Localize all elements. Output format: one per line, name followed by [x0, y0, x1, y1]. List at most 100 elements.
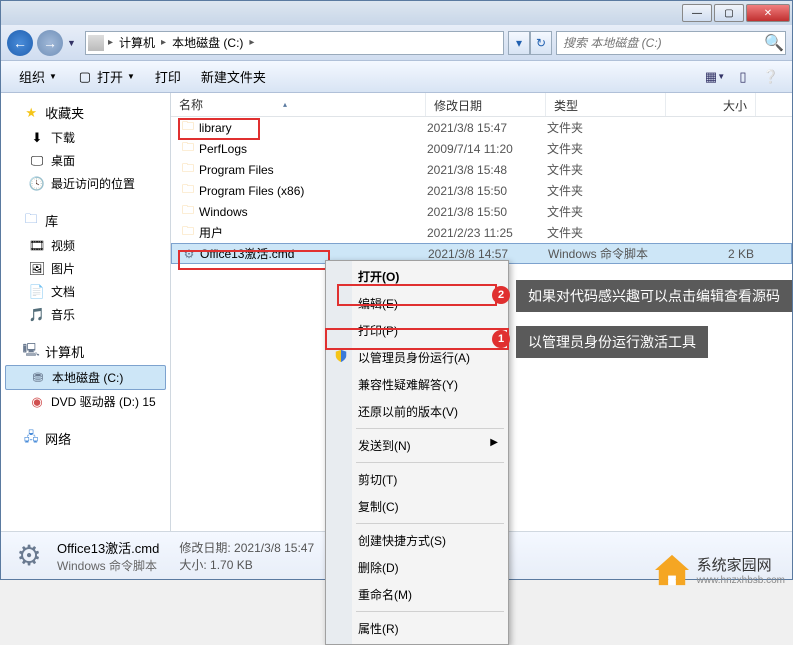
- dvd-icon: ◉: [29, 394, 45, 410]
- network-header[interactable]: ▷🖧网络: [1, 425, 170, 452]
- col-type[interactable]: 类型: [546, 93, 666, 116]
- breadcrumb-sep[interactable]: ▸: [159, 37, 168, 48]
- ctx-shortcut[interactable]: 创建快捷方式(S): [328, 527, 506, 554]
- network-icon: 🖧: [23, 431, 39, 447]
- col-date[interactable]: 修改日期: [426, 93, 546, 116]
- col-name[interactable]: 名称▴: [171, 93, 426, 116]
- addr-dropdown-button[interactable]: ▾: [508, 31, 530, 55]
- details-filename: Office13激活.cmd: [57, 538, 159, 557]
- file-type: 文件夹: [547, 119, 667, 136]
- file-date: 2021/3/8 15:50: [427, 184, 547, 198]
- pictures-icon: 🖼: [29, 261, 45, 277]
- file-date: 2009/7/14 11:20: [427, 142, 547, 156]
- file-name: Windows: [197, 205, 427, 219]
- file-type: Windows 命令脚本: [548, 245, 668, 262]
- print-button[interactable]: 打印: [145, 63, 191, 90]
- annotation-badge: 2: [492, 286, 510, 304]
- nav-recent[interactable]: 🕓最近访问的位置: [1, 172, 170, 195]
- address-bar[interactable]: ▸ 计算机 ▸ 本地磁盘 (C:) ▸: [85, 31, 504, 55]
- annotation-callout: 以管理员身份运行激活工具: [516, 326, 708, 358]
- ctx-cut[interactable]: 剪切(T): [328, 466, 506, 493]
- history-dropdown[interactable]: ▼: [67, 38, 81, 48]
- nav-pane: ▷★收藏夹 ⬇下载 🖵桌面 🕓最近访问的位置 ▷🗀库 🎞视频 🖼图片 📄文档 🎵…: [1, 93, 171, 531]
- file-size: 2 KB: [668, 247, 754, 261]
- file-row[interactable]: 🗀Program Files2021/3/8 15:48文件夹: [171, 159, 792, 180]
- forward-button[interactable]: →: [37, 30, 63, 56]
- nav-drive-c[interactable]: ⛃本地磁盘 (C:): [5, 365, 166, 390]
- ctx-print[interactable]: 打印(P): [328, 317, 506, 344]
- close-button[interactable]: ✕: [746, 4, 790, 22]
- breadcrumb-computer[interactable]: 计算机: [115, 34, 159, 51]
- col-size[interactable]: 大小: [666, 93, 756, 116]
- file-name: Program Files: [197, 163, 427, 177]
- file-date: 2021/2/23 11:25: [427, 226, 547, 240]
- nav-desktop[interactable]: 🖵桌面: [1, 149, 170, 172]
- favorites-header[interactable]: ▷★收藏夹: [1, 99, 170, 126]
- drive-icon: ⛃: [30, 370, 46, 386]
- refresh-button[interactable]: ↻: [530, 31, 552, 55]
- separator: [356, 611, 504, 612]
- maximize-button[interactable]: ▢: [714, 4, 744, 22]
- context-menu: 打开(O) 编辑(E) 打印(P) 以管理员身份运行(A) 兼容性疑难解答(Y)…: [325, 260, 509, 645]
- downloads-icon: ⬇: [29, 130, 45, 146]
- file-row[interactable]: 🗀Program Files (x86)2021/3/8 15:50文件夹: [171, 180, 792, 201]
- details-filetype: Windows 命令脚本: [57, 557, 159, 574]
- ctx-compat[interactable]: 兼容性疑难解答(Y): [328, 371, 506, 398]
- back-button[interactable]: ←: [7, 30, 33, 56]
- newfolder-button[interactable]: 新建文件夹: [191, 63, 276, 90]
- file-row[interactable]: 🗀library2021/3/8 15:47文件夹: [171, 117, 792, 138]
- file-type: 文件夹: [547, 140, 667, 157]
- file-date: 2021/3/8 15:48: [427, 163, 547, 177]
- watermark: 系统家园网 www.hnzxhbsb.com: [653, 553, 785, 587]
- library-icon: 🗀: [23, 213, 39, 229]
- search-input[interactable]: [557, 36, 763, 50]
- breadcrumb-sep[interactable]: ▸: [247, 37, 256, 48]
- breadcrumb-drive[interactable]: 本地磁盘 (C:): [168, 34, 247, 51]
- ctx-delete[interactable]: 删除(D): [328, 554, 506, 581]
- ctx-properties[interactable]: 属性(R): [328, 615, 506, 642]
- preview-pane-button[interactable]: ▯: [730, 66, 756, 88]
- ctx-open[interactable]: 打开(O): [328, 263, 506, 290]
- minimize-button[interactable]: —: [682, 4, 712, 22]
- recent-icon: 🕓: [29, 176, 45, 192]
- nav-downloads[interactable]: ⬇下载: [1, 126, 170, 149]
- submenu-arrow-icon: ▶: [490, 437, 498, 448]
- separator: [356, 462, 504, 463]
- nav-music[interactable]: 🎵音乐: [1, 303, 170, 326]
- search-box[interactable]: 🔍: [556, 31, 786, 55]
- help-button[interactable]: ❔: [758, 66, 784, 88]
- ctx-rename[interactable]: 重命名(M): [328, 581, 506, 608]
- file-row[interactable]: 🗀用户2021/2/23 11:25文件夹: [171, 222, 792, 243]
- file-name: 用户: [197, 224, 427, 241]
- nav-pictures[interactable]: 🖼图片: [1, 257, 170, 280]
- view-button[interactable]: ▦▼: [702, 66, 728, 88]
- ctx-runas[interactable]: 以管理员身份运行(A): [328, 344, 506, 371]
- folder-icon: 🗀: [179, 201, 197, 222]
- ctx-edit[interactable]: 编辑(E): [328, 290, 506, 317]
- folder-icon: 🗀: [179, 180, 197, 201]
- nav-videos[interactable]: 🎞视频: [1, 234, 170, 257]
- file-row[interactable]: 🗀PerfLogs2009/7/14 11:20文件夹: [171, 138, 792, 159]
- breadcrumb-sep[interactable]: ▸: [106, 37, 115, 48]
- folder-icon: 🗀: [179, 117, 197, 138]
- file-type: 文件夹: [547, 182, 667, 199]
- organize-button[interactable]: 组织▼: [9, 63, 67, 90]
- file-type-icon: ⚙: [11, 538, 47, 574]
- ctx-copy[interactable]: 复制(C): [328, 493, 506, 520]
- computer-header[interactable]: ▷🖳计算机: [1, 338, 170, 365]
- ctx-sendto[interactable]: 发送到(N)▶: [328, 432, 506, 459]
- separator: [356, 523, 504, 524]
- libraries-header[interactable]: ▷🗀库: [1, 207, 170, 234]
- star-icon: ★: [23, 105, 39, 121]
- open-button[interactable]: ▢打开▼: [67, 63, 145, 90]
- nav-documents[interactable]: 📄文档: [1, 280, 170, 303]
- watermark-title: 系统家园网: [697, 557, 772, 574]
- annotation-callout: 如果对代码感兴趣可以点击编辑查看源码: [516, 280, 792, 312]
- titlebar: — ▢ ✕: [1, 1, 792, 25]
- nav-dvd[interactable]: ◉DVD 驱动器 (D:) 15: [1, 390, 170, 413]
- file-type: 文件夹: [547, 161, 667, 178]
- file-row[interactable]: 🗀Windows2021/3/8 15:50文件夹: [171, 201, 792, 222]
- search-icon[interactable]: 🔍: [763, 33, 785, 53]
- nav-bar: ← → ▼ ▸ 计算机 ▸ 本地磁盘 (C:) ▸ ▾ ↻ 🔍: [1, 25, 792, 61]
- ctx-restore[interactable]: 还原以前的版本(V): [328, 398, 506, 425]
